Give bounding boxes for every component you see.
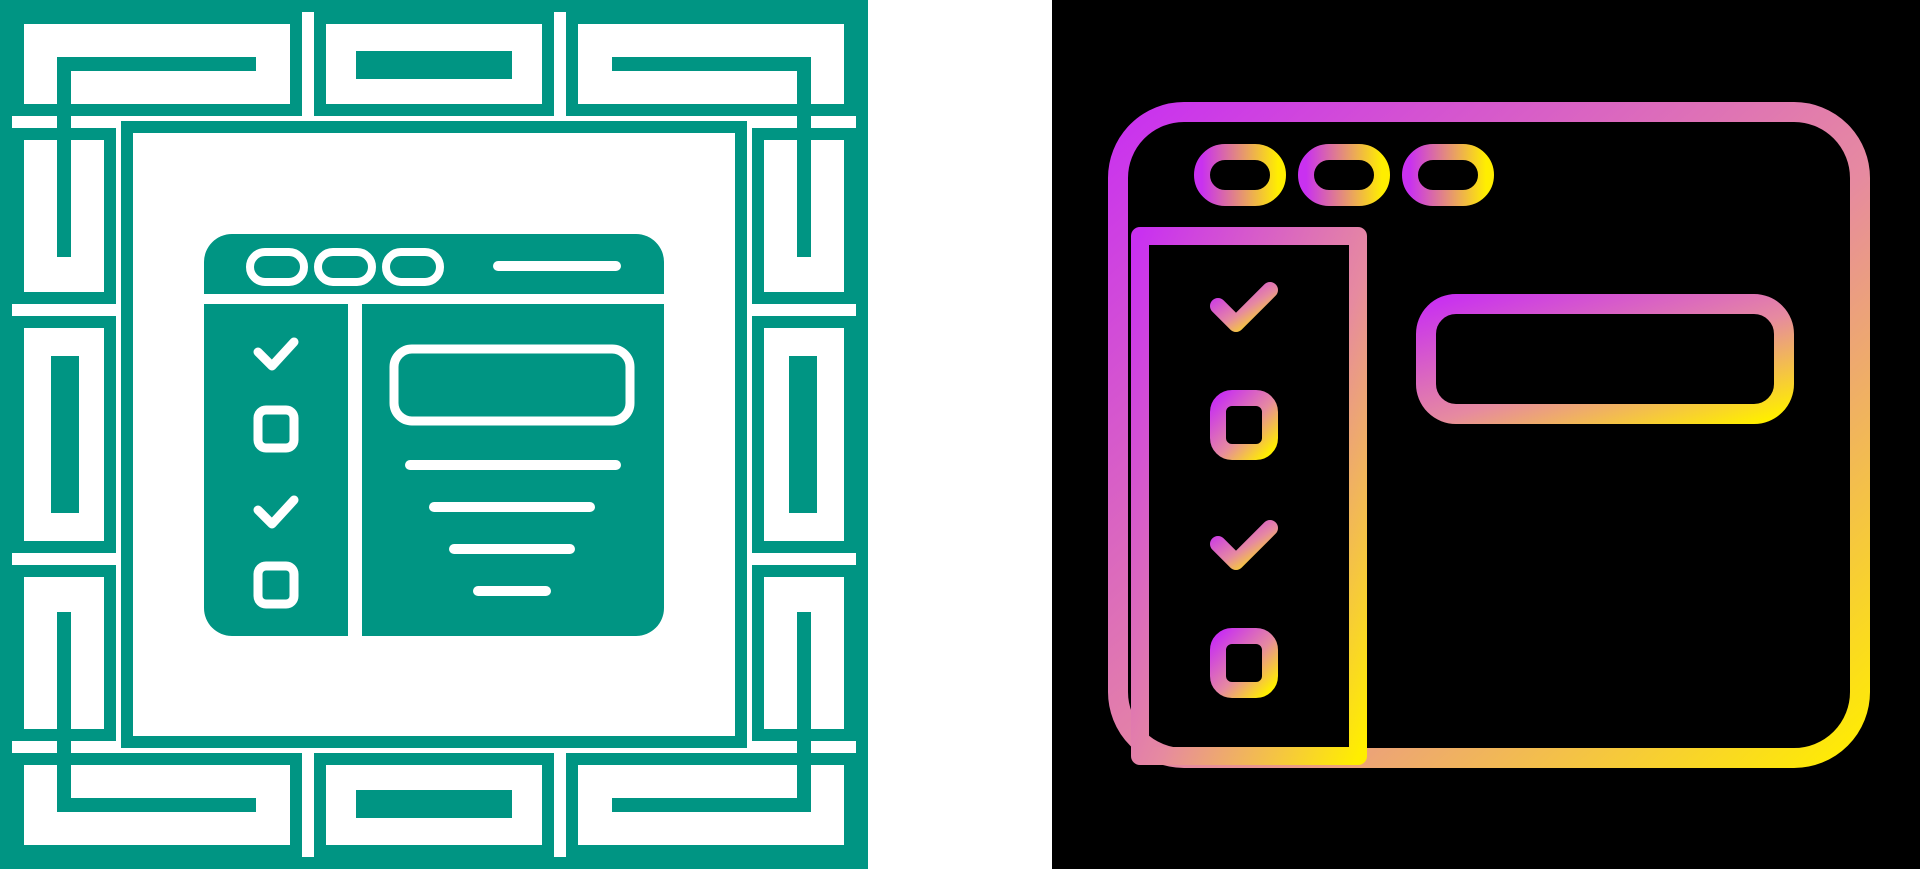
browser-window-outline xyxy=(1108,102,1870,768)
checklist-browser-gradient-outline-icon xyxy=(1108,102,1870,768)
checklist-browser-glyph-icon xyxy=(0,0,868,869)
outline-icon-panel xyxy=(1052,0,1920,869)
glyph-icon-panel xyxy=(0,0,868,869)
browser-window-glyph xyxy=(204,234,664,636)
